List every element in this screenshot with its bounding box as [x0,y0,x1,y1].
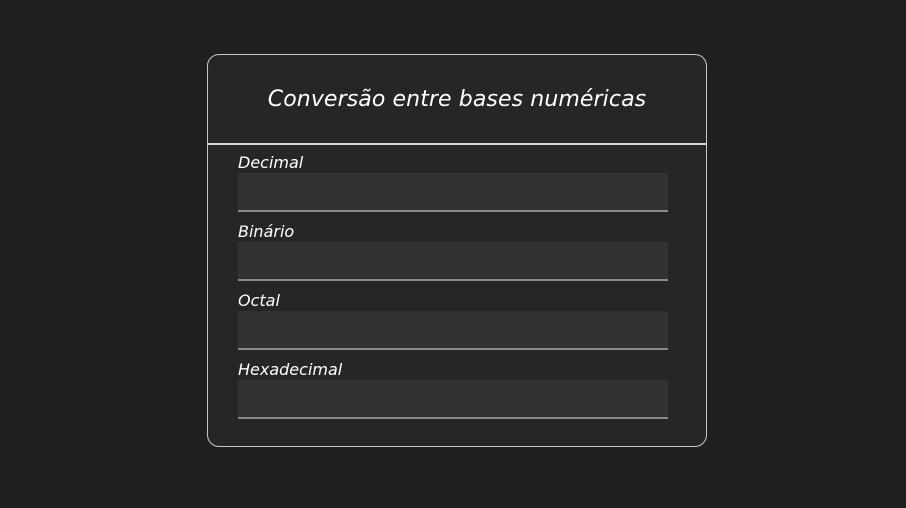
decimal-input[interactable] [238,173,668,212]
hexadecimal-input[interactable] [238,380,668,419]
octal-field-group: Octal [238,291,668,350]
decimal-label: Decimal [238,153,304,172]
octal-label: Octal [238,291,280,310]
binary-input[interactable] [238,242,668,281]
hexadecimal-field-group: Hexadecimal [238,360,668,419]
octal-input[interactable] [238,311,668,350]
hexadecimal-label: Hexadecimal [238,360,343,379]
converter-card: Conversão entre bases numéricas Decimal … [207,54,707,447]
binary-field-group: Binário [238,222,668,281]
decimal-field-group: Decimal [238,153,668,212]
card-header: Conversão entre bases numéricas [208,55,706,145]
binary-label: Binário [238,222,295,241]
conversion-form: Decimal Binário Octal Hexadecimal [208,145,706,419]
page-title: Conversão entre bases numéricas [267,86,647,112]
